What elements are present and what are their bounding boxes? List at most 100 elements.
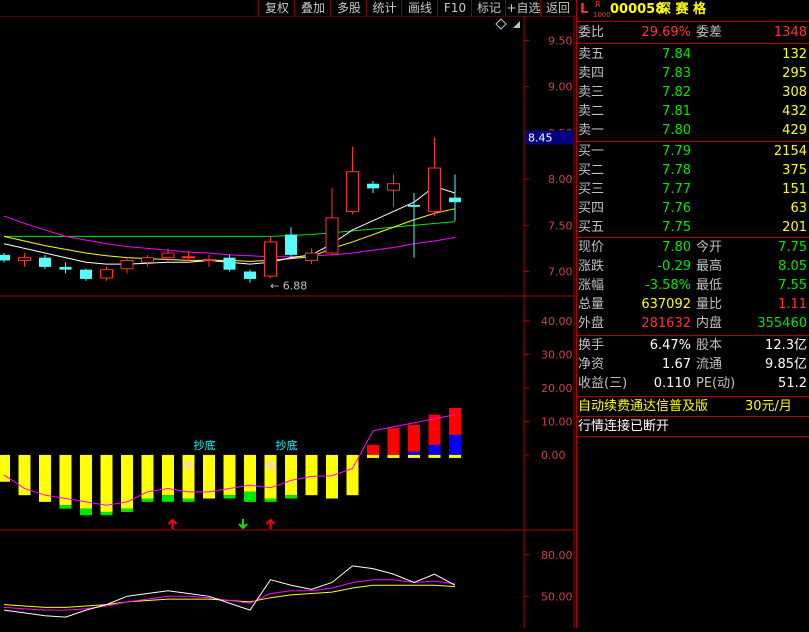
toolbar-button-5[interactable]: F10 <box>437 0 472 16</box>
candle-body <box>0 254 10 261</box>
toolbar-button-6[interactable]: 标记 <box>471 0 506 16</box>
stat-label: 外盘 <box>578 316 605 331</box>
stock-header: L R 1000 000058 深 赛 格 <box>576 0 809 19</box>
ask-volume: 295 <box>782 66 807 81</box>
y-tick-label: 50.00 <box>541 590 573 603</box>
ask-label: 卖四 <box>578 66 605 81</box>
bid-volume: 201 <box>782 220 807 235</box>
money-bag-icon <box>183 459 194 470</box>
bid-volume: 375 <box>782 163 807 178</box>
stat-value: 7.55 <box>778 278 807 293</box>
ask-price: 7.81 <box>662 104 691 119</box>
toolbar-button-3[interactable]: 统计 <box>366 0 402 16</box>
fund-value: 6.47% <box>649 338 691 353</box>
stat-value: -3.58% <box>645 278 691 293</box>
candle-body <box>285 234 297 255</box>
bid-volume: 151 <box>782 182 807 197</box>
candle-body <box>305 252 318 261</box>
stat-value: 7.80 <box>662 240 691 255</box>
candle-body <box>39 257 51 267</box>
stat-label: 最低 <box>696 278 723 293</box>
fund-row: 换手 6.47% 股本 12.3亿 <box>576 336 809 355</box>
stat-value: 281632 <box>641 316 691 331</box>
candle-body <box>59 266 72 270</box>
stat-value: 8.05 <box>778 259 807 274</box>
stat-row: 现价 7.80 今开 7.75 <box>576 238 809 257</box>
up-arrow-icon <box>265 518 276 529</box>
ad-row[interactable]: 自动续费通达信普及版 30元/月 <box>576 397 809 416</box>
osc-bar-green <box>121 508 133 512</box>
current-price-label: 8.45 <box>528 132 553 145</box>
osc-bar-green <box>59 505 72 509</box>
indicator-line-pink <box>3 579 456 611</box>
osc-bar-green <box>80 508 92 516</box>
candle-body <box>367 183 379 189</box>
stat-row: 涨跌 -0.29 最高 8.05 <box>576 257 809 276</box>
candle-body <box>408 204 420 207</box>
stat-label: 涨幅 <box>578 278 605 293</box>
candle-body <box>346 171 359 212</box>
y-tick-label: 9.00 <box>548 81 573 94</box>
osc-bar-yellow <box>121 454 133 509</box>
fund-value: 12.3亿 <box>765 338 807 353</box>
ad-text[interactable]: 自动续费通达信普及版 <box>578 397 708 416</box>
toolbar-button-7[interactable]: +自选 <box>505 0 541 16</box>
toolbar-button-0[interactable]: 复权 <box>258 0 295 16</box>
osc-bar-red <box>367 444 379 455</box>
bid-price: 7.75 <box>662 220 691 235</box>
osc-bar-yellow <box>80 454 92 509</box>
osc-bar-yellow <box>285 454 297 496</box>
stock-name: 深 赛 格 <box>658 2 707 17</box>
fund-label: 收益(三) <box>578 376 628 391</box>
chart-svg[interactable]: 9.509.008.508.007.507.008.45← 6.8840.003… <box>0 15 575 628</box>
stat-label: 涨跌 <box>578 259 605 274</box>
stat-label: 总量 <box>578 297 605 312</box>
osc-bar-yellow <box>449 454 461 458</box>
diamond-icon <box>495 18 507 30</box>
chart-toolbar: 复权 叠加 多股 统计 画线 F10 标记 +自选 返回 <box>0 0 574 16</box>
candle-body <box>428 167 441 212</box>
ask-label: 卖一 <box>578 123 605 138</box>
osc-bar-red <box>408 424 420 455</box>
ask-label: 卖三 <box>578 85 605 100</box>
divider <box>576 436 809 437</box>
money-bag-icon <box>265 459 276 470</box>
stat-row: 总量 637092 量比 1.11 <box>576 295 809 314</box>
ask-row: 卖一 7.80 429 <box>576 121 809 140</box>
bid-label: 买四 <box>578 201 605 216</box>
ask-price: 7.80 <box>662 123 691 138</box>
y-tick-label: 30.00 <box>541 348 573 361</box>
corner-icon <box>513 21 520 28</box>
bid-volume: 2154 <box>773 144 807 159</box>
divider <box>576 21 809 22</box>
ask-volume: 132 <box>782 47 807 62</box>
stat-value: 7.75 <box>778 240 807 255</box>
chart-area[interactable]: 9.509.008.508.007.507.008.45← 6.8840.003… <box>0 15 575 628</box>
y-tick-label: 40.00 <box>541 315 573 328</box>
candle-body <box>80 269 92 279</box>
y-tick-label: 80.00 <box>541 549 573 562</box>
osc-bar-green <box>223 495 236 499</box>
candle-body <box>141 257 154 263</box>
toolbar-button-1[interactable]: 叠加 <box>294 0 331 16</box>
osc-bar-yellow <box>100 454 113 512</box>
osc-bar-green <box>162 495 174 502</box>
toolbar-button-8[interactable]: 返回 <box>540 0 575 16</box>
divider <box>576 43 809 44</box>
candle-body <box>449 197 461 203</box>
bid-row: 买二 7.78 375 <box>576 161 809 180</box>
osc-bar-green <box>244 491 256 502</box>
bid-label: 买三 <box>578 182 605 197</box>
toolbar-button-4[interactable]: 画线 <box>401 0 438 16</box>
ma-line-yellow <box>3 208 456 262</box>
connection-status: 行情连接已断开 <box>578 419 670 434</box>
osc-bar-yellow <box>428 454 441 458</box>
osc-bar-yellow <box>408 454 420 458</box>
toolbar-button-2[interactable]: 多股 <box>330 0 367 16</box>
up-arrow-icon <box>167 518 178 529</box>
min-price-label: ← 6.88 <box>270 280 307 293</box>
stat-value: 1.11 <box>778 297 807 312</box>
stock-code: 000058 <box>610 2 665 17</box>
ask-row: 卖三 7.82 308 <box>576 83 809 102</box>
ad-price[interactable]: 30元/月 <box>745 397 792 416</box>
